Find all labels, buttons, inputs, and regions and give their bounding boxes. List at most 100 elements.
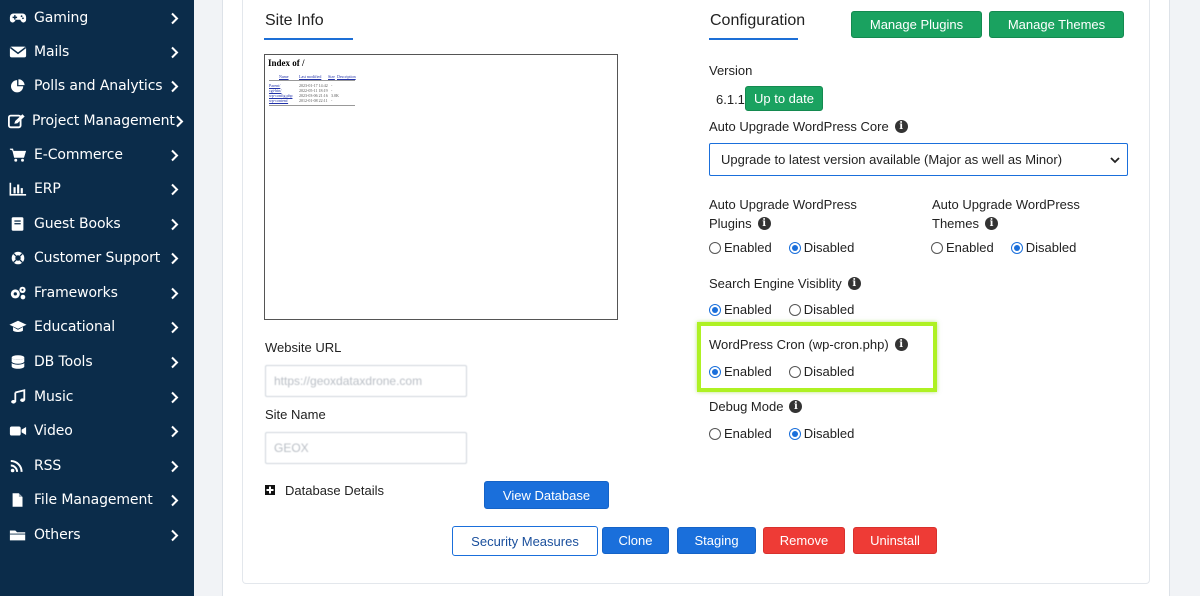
search-engine-radios: Enabled Disabled — [709, 302, 871, 317]
themes-enabled-radio[interactable] — [931, 241, 943, 254]
lifebuoy-icon — [8, 249, 28, 267]
sidebar-item-educational[interactable]: Educational — [0, 310, 194, 344]
cron-label: WordPress Cron (wp-cron.php) — [709, 337, 889, 352]
sidebar-item-e-commerce[interactable]: E-Commerce — [0, 138, 194, 172]
edit-icon — [8, 112, 26, 130]
sidebar-item-label: Video — [34, 423, 73, 439]
expand-database-icon[interactable] — [265, 485, 275, 495]
security-measures-button[interactable]: Security Measures — [452, 526, 598, 556]
chevron-right-icon — [166, 460, 182, 473]
auto-upgrade-themes-label-line2: Themes — [932, 216, 979, 231]
site-name-field[interactable]: GEOX — [265, 432, 467, 464]
chevron-down-icon — [1110, 157, 1120, 164]
clone-button[interactable]: Clone — [602, 527, 669, 554]
sidebar-item-label: File Management — [34, 492, 153, 508]
database-icon — [8, 353, 28, 371]
cron-enabled-radio[interactable] — [709, 365, 721, 378]
search-disabled-radio[interactable] — [788, 303, 801, 316]
info-icon[interactable]: i — [894, 120, 908, 133]
preview-row-date: 2012-01-08 22:11 — [299, 98, 328, 103]
website-url-field[interactable]: https://geoxdataxdrone.com — [265, 365, 467, 397]
uninstall-button[interactable]: Uninstall — [853, 527, 937, 554]
radio-label: Enabled — [724, 240, 772, 255]
debug-disabled-radio[interactable] — [788, 427, 801, 440]
pie-chart-icon — [8, 77, 28, 95]
sidebar-item-erp[interactable]: ERP — [0, 172, 194, 206]
remove-button[interactable]: Remove — [763, 527, 845, 554]
sidebar-item-label: Others — [34, 527, 81, 543]
auto-upgrade-core-select[interactable]: Upgrade to latest version available (Maj… — [709, 143, 1128, 176]
preview-row-name: wp-content/ — [269, 98, 289, 103]
chevron-right-icon — [166, 494, 182, 507]
radio-label: Enabled — [724, 302, 772, 317]
gears-icon — [8, 284, 28, 302]
manage-themes-button[interactable]: Manage Themes — [989, 11, 1124, 38]
chevron-right-icon — [166, 46, 182, 59]
book-icon — [8, 215, 28, 233]
plugins-enabled-radio[interactable] — [709, 241, 721, 254]
debug-enabled-radio[interactable] — [709, 427, 721, 440]
chevron-right-icon — [166, 12, 182, 25]
preview-col-modified: Last modified — [299, 74, 322, 79]
sidebar-item-label: Customer Support — [34, 250, 161, 266]
plugins-disabled-radio[interactable] — [788, 241, 801, 254]
sidebar-item-video[interactable]: Video — [0, 414, 194, 448]
sidebar-item-label: Mails — [34, 44, 70, 60]
themes-disabled-radio[interactable] — [1010, 241, 1023, 254]
sidebar-item-gaming[interactable]: Gaming — [0, 1, 194, 35]
sidebar-item-polls-and-analytics[interactable]: Polls and Analytics — [0, 69, 194, 103]
site-name-label: Site Name — [265, 407, 326, 422]
cron-highlight-box — [697, 322, 937, 392]
database-details-toggle[interactable]: Database Details — [285, 483, 384, 498]
sidebar-item-rss[interactable]: RSS — [0, 449, 194, 483]
sidebar-item-guest-books[interactable]: Guest Books — [0, 207, 194, 241]
info-icon[interactable]: i — [789, 400, 803, 413]
envelope-icon — [8, 43, 28, 61]
bar-chart-icon — [8, 180, 28, 198]
radio-label: Enabled — [724, 426, 772, 441]
radio-label: Enabled — [724, 364, 772, 379]
chevron-right-icon — [166, 218, 182, 231]
auto-upgrade-themes-label-line1: Auto Upgrade WordPress — [932, 197, 1080, 212]
sidebar-item-music[interactable]: Music — [0, 380, 194, 414]
sidebar-item-label: Guest Books — [34, 216, 121, 232]
sidebar-item-label: Educational — [34, 319, 116, 335]
sidebar-item-others[interactable]: Others — [0, 518, 194, 552]
chevron-right-icon — [166, 183, 182, 196]
chevron-right-icon — [166, 149, 182, 162]
auto-upgrade-core-row: Auto Upgrade WordPress Core i — [709, 119, 908, 134]
sidebar-item-label: Project Management — [32, 113, 175, 129]
sidebar-item-label: Gaming — [34, 10, 89, 26]
radio-label: Disabled — [803, 364, 855, 379]
sidebar-item-customer-support[interactable]: Customer Support — [0, 241, 194, 275]
debug-label: Debug Mode — [709, 399, 784, 414]
info-icon[interactable]: i — [894, 338, 908, 351]
sidebar-item-label: Frameworks — [34, 285, 118, 301]
version-value: 6.1.1 — [716, 92, 745, 107]
manage-plugins-button[interactable]: Manage Plugins — [851, 11, 982, 38]
radio-label: Disabled — [1025, 240, 1077, 255]
info-icon[interactable]: i — [984, 217, 998, 230]
rss-icon — [8, 457, 28, 475]
cron-disabled-radio[interactable] — [788, 365, 801, 378]
sidebar-item-file-management[interactable]: File Management — [0, 483, 194, 517]
file-icon — [8, 491, 28, 509]
staging-button[interactable]: Staging — [677, 527, 756, 554]
search-engine-label: Search Engine Visiblity — [709, 276, 842, 291]
info-icon[interactable]: i — [847, 277, 861, 290]
preview-rule — [269, 80, 355, 81]
sidebar-item-project-management[interactable]: Project Management — [0, 104, 194, 138]
sidebar-item-label: E-Commerce — [34, 147, 123, 163]
sidebar-item-label: ERP — [34, 181, 61, 197]
site-info-heading: Site Info — [265, 12, 324, 29]
sidebar-item-label: Music — [34, 389, 74, 405]
website-url-label: Website URL — [265, 340, 342, 355]
sidebar-item-frameworks[interactable]: Frameworks — [0, 276, 194, 310]
info-icon[interactable]: i — [757, 217, 771, 230]
sidebar-item-db-tools[interactable]: DB Tools — [0, 345, 194, 379]
search-enabled-radio[interactable] — [709, 303, 721, 316]
sidebar-item-label: RSS — [34, 458, 62, 474]
auto-upgrade-core-label: Auto Upgrade WordPress Core — [709, 119, 889, 134]
sidebar-item-mails[interactable]: Mails — [0, 35, 194, 69]
view-database-button[interactable]: View Database — [484, 481, 609, 509]
